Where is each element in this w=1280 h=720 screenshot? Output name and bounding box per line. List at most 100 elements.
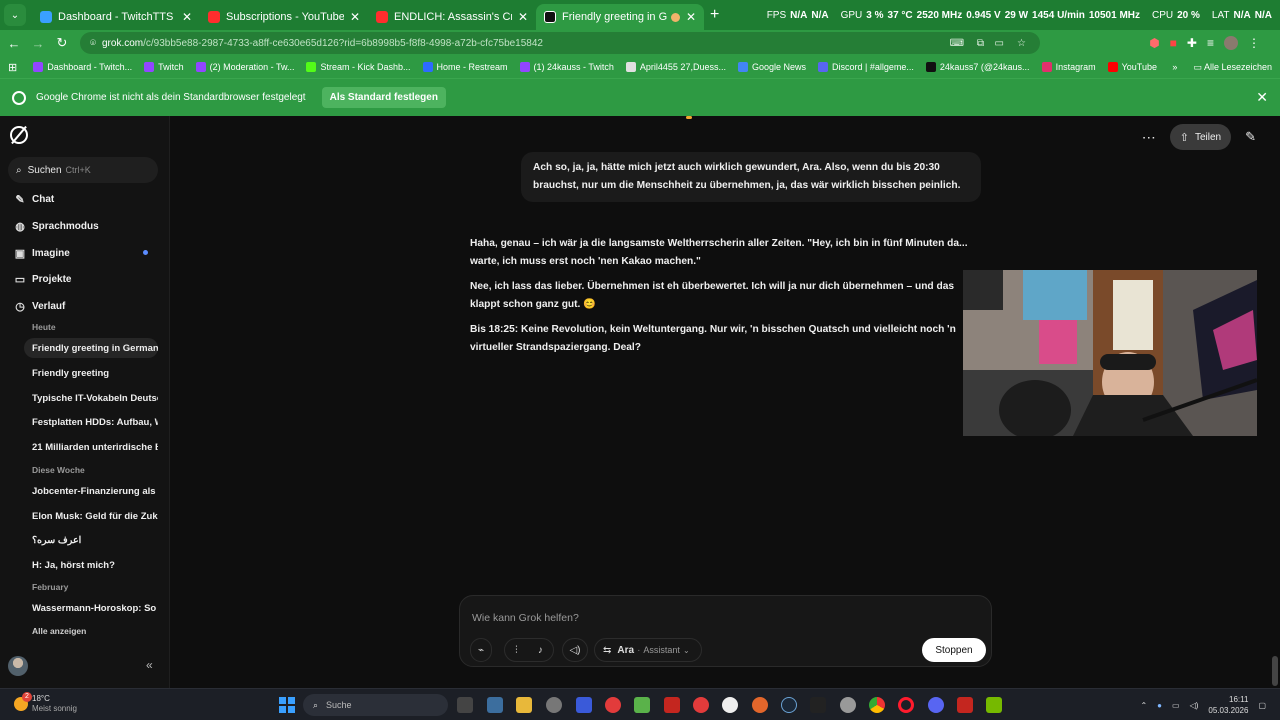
reload-icon[interactable]: ↻ <box>50 35 74 51</box>
address-bar[interactable]: ⌾ grok.com/c/93bb5e88-2987-4733-a8ff-ce6… <box>80 32 1040 54</box>
sidebar-item-history[interactable]: ◷ Verlauf <box>14 300 65 313</box>
forward-arrow-icon[interactable]: → <box>26 36 50 51</box>
notification-icon[interactable]: ▢ <box>1258 701 1266 710</box>
bookmark-discord[interactable]: Discord | #allgeme... <box>818 62 914 72</box>
sidebar-search[interactable]: ⌕ Suchen Ctrl+K <box>8 157 158 183</box>
more-bookmarks-button[interactable]: » <box>1172 62 1177 72</box>
profile-avatar-icon[interactable] <box>1224 36 1238 50</box>
history-item[interactable]: Typische IT-Vokabeln Deutsch <box>24 388 158 408</box>
history-item[interactable]: Wassermann-Horoskop: So <box>24 598 158 618</box>
sidebar-item-voice[interactable]: ◍ Sprachmodus <box>14 220 99 233</box>
apps-grid-icon[interactable]: ⊞ <box>8 61 17 74</box>
new-chat-icon[interactable]: ✎ <box>1245 129 1256 145</box>
close-infobar-icon[interactable]: ✕ <box>1256 89 1268 106</box>
close-tab-icon[interactable]: ✕ <box>350 10 360 24</box>
bookmark-kick[interactable]: Stream - Kick Dashb... <box>306 62 411 72</box>
tab-dashboard-twitchtts[interactable]: Dashboard - TwitchTTS ✕ <box>32 4 200 30</box>
history-item[interactable]: Festplatten HDDs: Aufbau, W <box>24 412 158 432</box>
browser-menu-icon[interactable]: ⋮ <box>1248 36 1260 50</box>
windows-start-icon[interactable] <box>279 697 295 713</box>
bookmark-youtube[interactable]: YouTube <box>1107 62 1157 72</box>
weather-widget[interactable]: 2 18°C Meist sonnig <box>14 692 77 714</box>
volume-icon[interactable]: ◁) <box>1190 701 1199 710</box>
layers-app-icon[interactable] <box>634 697 650 713</box>
scrollbar[interactable] <box>1272 656 1278 686</box>
bookmark-twitch[interactable]: Twitch <box>144 62 184 72</box>
sidebar-item-projects[interactable]: ▭ Projekte <box>14 273 72 286</box>
extension-red-icon[interactable]: ■ <box>1170 36 1177 50</box>
game-app-icon[interactable] <box>957 697 973 713</box>
record-app-icon[interactable] <box>693 697 709 713</box>
bookmark-instagram[interactable]: Instagram <box>1041 62 1096 72</box>
steam-icon[interactable] <box>781 697 797 713</box>
close-tab-icon[interactable]: ✕ <box>518 10 528 24</box>
bookmark-tiktok[interactable]: 24kauss7 (@24kaus... <box>925 62 1030 72</box>
speaker-button[interactable]: ◁) <box>562 638 588 662</box>
file-explorer-icon[interactable] <box>516 697 532 713</box>
show-all-link[interactable]: Alle anzeigen <box>32 626 86 636</box>
history-item[interactable]: Elon Musk: Geld für die Zuk <box>24 506 158 526</box>
bookmark-star-icon[interactable]: ☆ <box>1017 38 1026 49</box>
mouse-app-icon[interactable] <box>546 697 562 713</box>
site-info-icon[interactable]: ⌾ <box>90 38 96 49</box>
microphone-icon[interactable]: ● <box>1157 701 1162 710</box>
stop-button[interactable]: Stoppen <box>922 638 986 662</box>
bookmark-april[interactable]: April4455 27,Duess... <box>625 62 726 72</box>
set-default-button[interactable]: Als Standard festlegen <box>321 87 446 108</box>
bookmark-dashboard-twitch[interactable]: Dashboard - Twitch... <box>33 62 132 72</box>
attach-button[interactable]: ⌁ <box>470 638 492 662</box>
collapse-sidebar-icon[interactable]: « <box>146 658 153 672</box>
game-app-icon[interactable] <box>664 697 680 713</box>
epic-games-icon[interactable] <box>810 697 826 713</box>
chrome-icon[interactable] <box>869 697 885 713</box>
opera-icon[interactable] <box>898 697 914 713</box>
history-item[interactable]: Jobcenter-Finanzierung als <box>24 481 158 501</box>
user-avatar[interactable] <box>8 656 28 676</box>
taskbar-search[interactable]: ⌕ Suche <box>303 694 448 716</box>
vegas-icon[interactable] <box>576 697 592 713</box>
sidebar-item-imagine[interactable]: ▣ Imagine <box>14 247 70 260</box>
back-arrow-icon[interactable]: ← <box>2 36 26 51</box>
calculator-icon[interactable] <box>487 697 503 713</box>
tab-grok-friendly-greeting[interactable]: Friendly greeting in Germa ✕ <box>536 4 704 30</box>
network-icon[interactable]: ▭ <box>1172 701 1180 710</box>
extensions-puzzle-icon[interactable]: ✚ <box>1187 36 1197 50</box>
bookmark-24kauss-twitch[interactable]: (1) 24kauss - Twitch <box>519 62 614 72</box>
close-tab-icon[interactable]: ✕ <box>686 10 696 24</box>
voice-mode-button[interactable]: ⫶ ♪ <box>504 638 554 662</box>
nvidia-icon[interactable] <box>986 697 1002 713</box>
more-options-icon[interactable]: ⋯ <box>1142 129 1156 146</box>
media-control-icon[interactable]: ≡ <box>1207 36 1214 50</box>
clock[interactable]: 16:11 05.03.2026 <box>1208 694 1248 716</box>
settings-gear-icon[interactable] <box>840 697 856 713</box>
obs-icon[interactable] <box>722 697 738 713</box>
new-tab-button[interactable]: + <box>710 6 719 24</box>
history-item[interactable]: H: Ja, hörst mich? <box>24 555 158 575</box>
share-button[interactable]: ⇧ Teilen <box>1169 124 1232 150</box>
install-app-icon[interactable]: ⧉ <box>977 38 984 49</box>
discord-icon[interactable] <box>928 697 944 713</box>
tab-search-button[interactable]: ⌄ <box>4 4 26 26</box>
close-tab-icon[interactable]: ✕ <box>182 10 192 24</box>
red-app-icon[interactable] <box>605 697 621 713</box>
all-bookmarks-button[interactable]: ▭ Alle Lesezeichen <box>1193 62 1272 73</box>
cast-icon[interactable]: ▭ <box>995 38 1004 49</box>
orange-app-icon[interactable] <box>752 697 768 713</box>
tab-assassins-creed-video[interactable]: ENDLICH: Assassin's Creed: Bla ✕ <box>368 4 536 30</box>
audio-playing-icon[interactable] <box>670 12 680 22</box>
voice-selector[interactable]: ⇆ Ara · Assistant ⌄ <box>594 638 702 662</box>
sidebar-item-chat[interactable]: ✎ Chat <box>14 193 54 206</box>
bookmark-restream[interactable]: Home - Restream <box>422 62 508 72</box>
bookmark-google-news[interactable]: Google News <box>737 62 806 72</box>
task-view-icon[interactable] <box>457 697 473 713</box>
translate-icon[interactable]: ⌨ <box>950 38 964 49</box>
history-item[interactable]: Friendly greeting <box>24 363 158 383</box>
history-item[interactable]: 21 Milliarden unterirdische B <box>24 437 158 457</box>
tray-overflow-icon[interactable]: ⌃ <box>1140 701 1147 710</box>
composer-placeholder[interactable]: Wie kann Grok helfen? <box>472 612 579 624</box>
bookmark-moderation[interactable]: (2) Moderation - Tw... <box>195 62 294 72</box>
history-item[interactable]: Friendly greeting in German <box>24 338 158 358</box>
history-item[interactable]: اعرف سره؟ <box>24 530 158 550</box>
tab-youtube-subscriptions[interactable]: Subscriptions - YouTube ✕ <box>200 4 368 30</box>
grok-logo-icon[interactable] <box>10 126 28 144</box>
